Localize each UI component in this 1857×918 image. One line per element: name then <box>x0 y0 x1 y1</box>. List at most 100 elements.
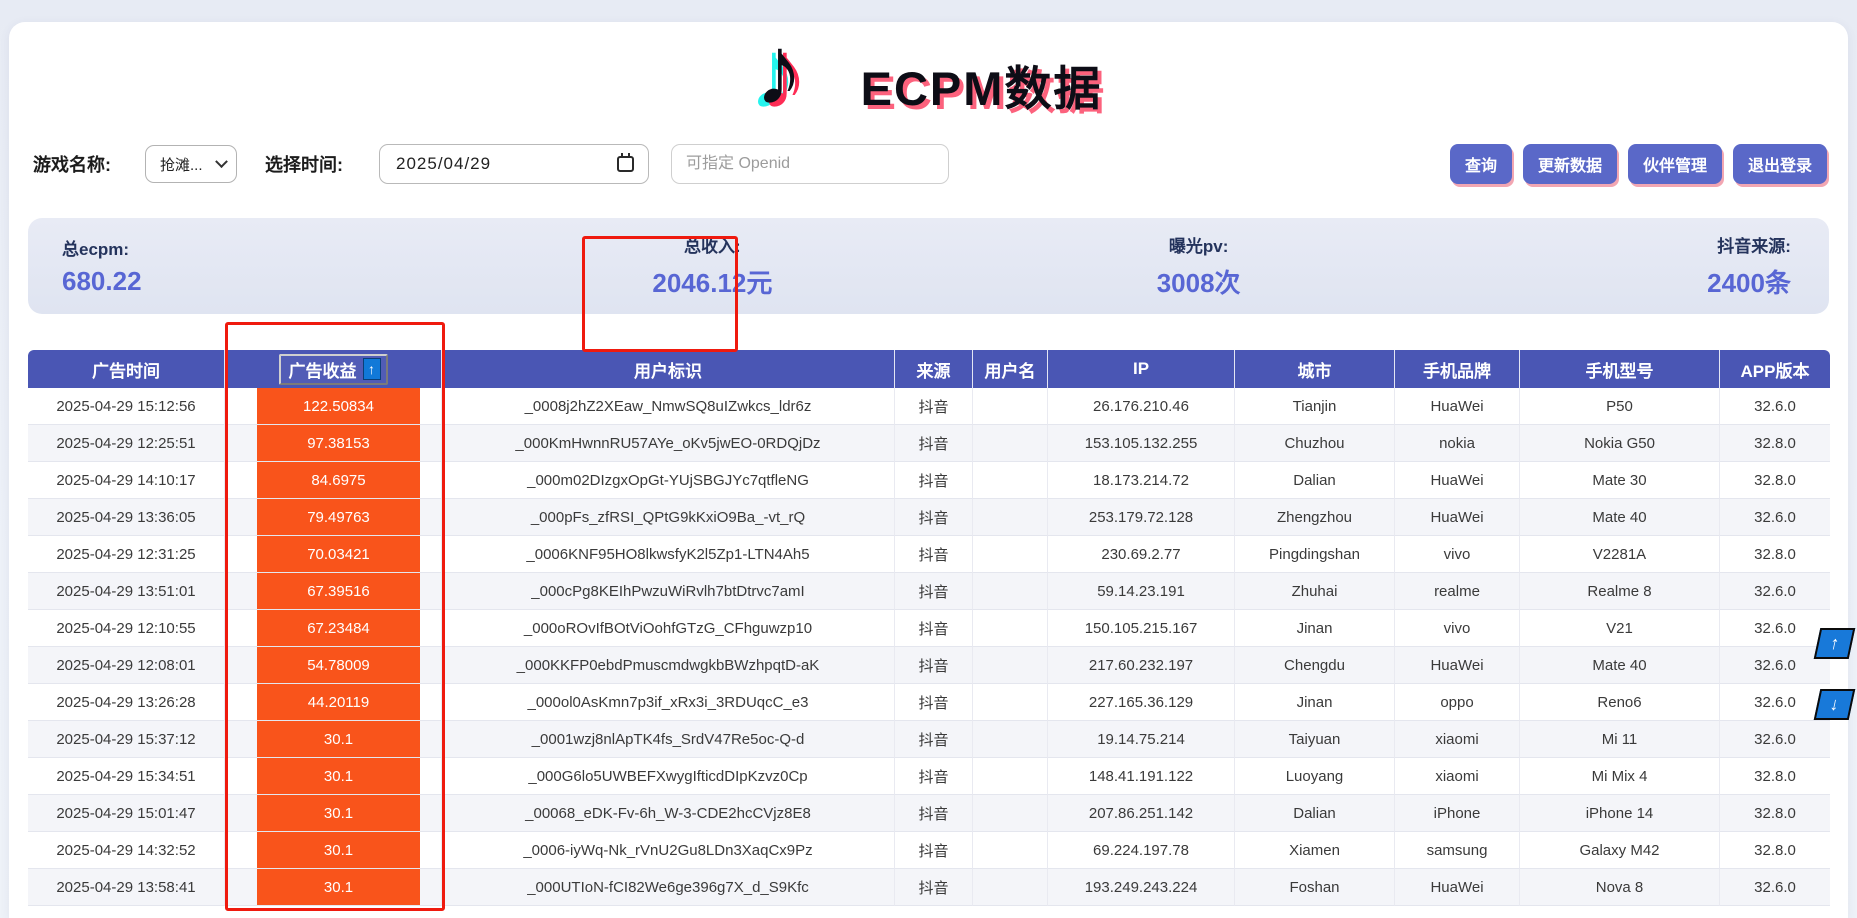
revenue-cell: 79.49763 <box>225 499 442 536</box>
app-version-cell: 32.8.0 <box>1720 425 1830 462</box>
brand-cell: HuaWei <box>1395 462 1520 499</box>
username-cell <box>973 721 1048 758</box>
user-id-cell: _000UTIoN-fCI82We6ge396g7X_d_S9Kfc <box>442 869 895 906</box>
stat-total-ecpm: 总ecpm: 680.22 <box>28 235 496 297</box>
game-select-value: 抢滩... <box>160 154 203 175</box>
partner-manage-button[interactable]: 伙伴管理 <box>1628 144 1722 184</box>
scroll-up-button[interactable]: ↑ <box>1814 628 1856 659</box>
source-cell: 抖音 <box>895 795 973 832</box>
app-version-cell: 32.6.0 <box>1720 573 1830 610</box>
table-row: 2025-04-29 15:37:1230.1_0001wzj8nlApTK4f… <box>28 721 1830 758</box>
revenue-value: 30.1 <box>257 758 420 794</box>
username-cell <box>973 758 1048 795</box>
table-header-row: 广告时间 广告收益 ↑ 用户标识 来源 用户名 IP 城市 手机品牌 手机型号 … <box>28 350 1830 388</box>
brand-cell: samsung <box>1395 832 1520 869</box>
source-cell: 抖音 <box>895 499 973 536</box>
ad-time-cell: 2025-04-29 13:51:01 <box>28 573 225 610</box>
ip-cell: 207.86.251.142 <box>1048 795 1235 832</box>
revenue-cell: 30.1 <box>225 832 442 869</box>
table-row: 2025-04-29 13:58:4130.1_000UTIoN-fCI82We… <box>28 869 1830 906</box>
model-cell: P50 <box>1520 388 1720 425</box>
app-version-cell: 32.8.0 <box>1720 462 1830 499</box>
revenue-value: 122.50834 <box>257 388 420 424</box>
brand-cell: xiaomi <box>1395 721 1520 758</box>
table-row: 2025-04-29 12:25:5197.38153_000KmHwnnRU5… <box>28 425 1830 462</box>
refresh-data-button[interactable]: 更新数据 <box>1523 144 1617 184</box>
stat-value: 2400条 <box>1707 263 1791 300</box>
user-id-cell: _000G6lo5UWBEFXwygIfticdDIpKzvz0Cp <box>442 758 895 795</box>
city-cell: Zhengzhou <box>1235 499 1395 536</box>
date-picker[interactable]: 2025/04/29 <box>379 144 649 184</box>
table-row: 2025-04-29 13:51:0167.39516_000cPg8KEIhP… <box>28 573 1830 610</box>
model-cell: Nova 8 <box>1520 869 1720 906</box>
model-cell: Mi 11 <box>1520 721 1720 758</box>
ip-cell: 253.179.72.128 <box>1048 499 1235 536</box>
page-title: ECPM数据 <box>861 50 1103 119</box>
revenue-cell: 30.1 <box>225 869 442 906</box>
table-row: 2025-04-29 12:08:0154.78009_000KKFP0ebdP… <box>28 647 1830 684</box>
user-id-cell: _000oROvIfBOtViOohfGTzG_CFhguwzp10 <box>442 610 895 647</box>
chevron-down-icon <box>215 155 228 168</box>
app-version-cell: 32.6.0 <box>1720 647 1830 684</box>
revenue-value: 30.1 <box>257 869 420 905</box>
user-id-cell: _0001wzj8nlApTK4fs_SrdV47Re5oc-Q-d <box>442 721 895 758</box>
city-cell: Pingdingshan <box>1235 536 1395 573</box>
city-cell: Zhuhai <box>1235 573 1395 610</box>
username-cell <box>973 536 1048 573</box>
model-cell: Mate 40 <box>1520 647 1720 684</box>
revenue-value: 54.78009 <box>257 647 420 683</box>
ad-time-cell: 2025-04-29 15:01:47 <box>28 795 225 832</box>
ip-cell: 18.173.214.72 <box>1048 462 1235 499</box>
revenue-cell: 67.39516 <box>225 573 442 610</box>
revenue-sort-label: 广告收益 <box>289 357 357 382</box>
ad-time-cell: 2025-04-29 14:10:17 <box>28 462 225 499</box>
revenue-sort-button[interactable]: 广告收益 ↑ <box>279 354 388 385</box>
revenue-value: 30.1 <box>257 795 420 831</box>
source-cell: 抖音 <box>895 647 973 684</box>
model-cell: Realme 8 <box>1520 573 1720 610</box>
tiktok-note-black-layer: ♪ <box>755 14 804 126</box>
query-button[interactable]: 查询 <box>1450 144 1512 184</box>
scroll-down-button[interactable]: ↓ <box>1814 689 1856 720</box>
ip-cell: 193.249.243.224 <box>1048 869 1235 906</box>
logout-button[interactable]: 退出登录 <box>1733 144 1827 184</box>
col-header-ad-time: 广告时间 <box>28 350 225 388</box>
table-row: 2025-04-29 12:10:5567.23484_000oROvIfBOt… <box>28 610 1830 647</box>
stats-bar: 总ecpm: 680.22 总收入: 2046.12元 曝光pv: 3008次 … <box>28 218 1829 314</box>
model-cell: Mi Mix 4 <box>1520 758 1720 795</box>
game-select[interactable]: 抢滩... <box>145 145 237 183</box>
app-version-cell: 32.8.0 <box>1720 795 1830 832</box>
source-cell: 抖音 <box>895 721 973 758</box>
source-cell: 抖音 <box>895 832 973 869</box>
filter-bar: 游戏名称: 抢滩... 选择时间: 2025/04/29 查询 更新数据 伙伴管… <box>9 142 1848 186</box>
revenue-cell: 44.20119 <box>225 684 442 721</box>
brand-cell: HuaWei <box>1395 869 1520 906</box>
stat-label: 总ecpm: <box>62 235 129 260</box>
openid-input[interactable] <box>671 144 949 184</box>
table-row: 2025-04-29 14:32:5230.1_0006-iyWq-Nk_rVn… <box>28 832 1830 869</box>
time-label: 选择时间: <box>265 151 343 177</box>
revenue-value: 67.23484 <box>257 610 420 646</box>
stat-total-income: 总收入: 2046.12元 <box>496 232 928 300</box>
source-cell: 抖音 <box>895 388 973 425</box>
username-cell <box>973 832 1048 869</box>
source-cell: 抖音 <box>895 869 973 906</box>
brand-cell: HuaWei <box>1395 388 1520 425</box>
col-header-user-id: 用户标识 <box>442 350 895 388</box>
user-id-cell: _000pFs_zfRSI_QPtG9kKxiO9Ba_-vt_rQ <box>442 499 895 536</box>
app-version-cell: 32.8.0 <box>1720 832 1830 869</box>
revenue-value: 79.49763 <box>257 499 420 535</box>
game-name-label: 游戏名称: <box>33 151 111 177</box>
col-header-city: 城市 <box>1235 350 1395 388</box>
table-row: 2025-04-29 15:01:47 30.1 _00068_eDK-Fv-6h_… <box>28 795 1830 832</box>
brand-cell: realme <box>1395 573 1520 610</box>
ad-time-cell: 2025-04-29 14:32:52 <box>28 832 225 869</box>
user-id-cell: _00068_eDK-Fv-6h_W-3-CDE2hcCVjz8E8 <box>442 795 895 832</box>
table-row: 2025-04-29 13:26:2844.20119_000ol0AsKmn7… <box>28 684 1830 721</box>
username-cell <box>973 462 1048 499</box>
ip-cell: 148.41.191.122 <box>1048 758 1235 795</box>
ip-cell: 150.105.215.167 <box>1048 610 1235 647</box>
brand-cell: oppo <box>1395 684 1520 721</box>
source-cell: 抖音 <box>895 573 973 610</box>
stat-value: 680.22 <box>62 266 142 297</box>
